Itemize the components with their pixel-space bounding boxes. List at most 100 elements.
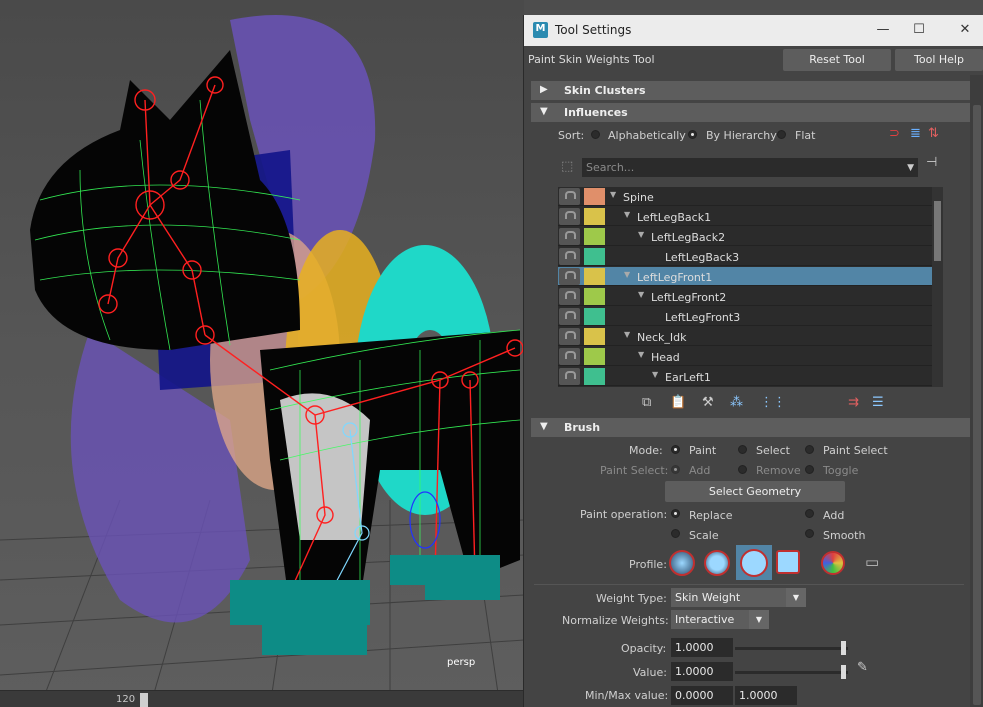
collapse-triangle-icon[interactable]: ▼ [624,210,630,219]
ps-remove-radio[interactable] [738,465,747,474]
tree-row[interactable]: ▼ LeftLegBack2 [558,227,933,246]
lock-icon[interactable] [559,328,580,345]
ps-add-radio[interactable] [671,465,680,474]
timeline-handle[interactable] [140,693,148,707]
tree-scroll-thumb[interactable] [934,201,941,261]
lock-icon[interactable] [559,188,580,205]
select-mode-icon[interactable]: ⬚ [561,159,573,174]
transfer-weights-icon[interactable]: ⋮⋮ [760,395,786,410]
tree-row[interactable]: LeftLegBack3 [558,247,933,266]
lock-icon[interactable] [559,288,580,305]
folder-icon[interactable]: ▭ [865,553,879,571]
paste-weights-icon[interactable]: 📋 [670,395,686,410]
sort-flat-radio[interactable] [777,130,786,139]
profile-square-icon[interactable] [776,550,800,574]
mode-paint-radio[interactable] [671,445,680,454]
minimize-button[interactable]: — [872,20,894,40]
section-influences[interactable]: ▼ Influences [531,103,970,122]
mode-paint-select-radio[interactable] [805,445,814,454]
color-swatch[interactable] [584,368,605,385]
copy-weights-icon[interactable]: ⧉ [642,395,651,410]
color-swatch[interactable] [584,328,605,345]
tree-row-selected[interactable]: ▼ LeftLegFront1 [558,267,933,286]
lock-icon[interactable] [559,248,580,265]
profile-solid-icon[interactable] [740,549,768,577]
profile-gaussian-icon[interactable] [669,550,695,576]
profile-solid-selected[interactable] [736,545,772,580]
min-value-field[interactable]: 0.0000 [671,686,733,705]
op-add-radio[interactable] [805,509,814,518]
tree-row[interactable]: ▼ Head [558,347,933,366]
maximize-button[interactable]: ☐ [908,20,930,40]
lock-icon[interactable] [559,268,580,285]
select-geometry-button[interactable]: Select Geometry [665,481,845,502]
tree-row[interactable]: ▼ Neck_Idk [558,327,933,346]
op-scale-radio[interactable] [671,529,680,538]
prune-icon[interactable]: ⊃ [889,126,900,141]
color-swatch[interactable] [584,288,605,305]
tree-row-spine[interactable]: ▼ Spine [558,187,933,206]
pin-icon[interactable]: ⊣ [926,155,937,170]
list-icon[interactable]: ≣ [910,126,921,141]
profile-soft-icon[interactable] [704,550,730,576]
tree-row[interactable]: ▼ EarLeft1 [558,367,933,386]
op-replace-radio[interactable] [671,509,680,518]
collapse-triangle-icon[interactable]: ▼ [652,370,658,379]
eyedropper-icon[interactable]: ✎ [857,660,868,675]
collapse-triangle-icon[interactable]: ▼ [624,330,630,339]
value-field[interactable]: 1.0000 [671,662,733,681]
reset-tool-button[interactable]: Reset Tool [783,49,891,71]
color-swatch[interactable] [584,348,605,365]
mode-select-radio[interactable] [738,445,747,454]
sort-alpha-radio[interactable] [591,130,600,139]
op-smooth-radio[interactable] [805,529,814,538]
tree-row[interactable]: LeftLegFront3 [558,307,933,326]
profile-image-icon[interactable] [821,551,845,575]
lock-icon[interactable] [559,368,580,385]
opacity-slider[interactable] [735,641,848,655]
sort-hierarchy-radio[interactable] [688,130,697,139]
add-influence-icon[interactable]: ⇉ [848,395,859,410]
search-input[interactable]: Search... ▼ [582,158,918,177]
tree-row[interactable]: ▼ LeftLegFront2 [558,287,933,306]
lock-icon[interactable] [559,208,580,225]
opacity-slider-knob[interactable] [841,641,846,655]
tree-scrollbar[interactable] [932,187,943,387]
tool-help-button[interactable]: Tool Help [895,49,983,71]
opacity-field[interactable]: 1.0000 [671,638,733,657]
collapse-triangle-icon[interactable]: ▼ [610,190,616,199]
weight-type-dropdown[interactable]: Skin Weight ▼ [671,588,806,607]
weight-hammer-icon[interactable]: ⚒ [702,395,714,410]
value-slider[interactable] [735,665,848,679]
max-value-field[interactable]: 1.0000 [735,686,797,705]
normalize-dropdown[interactable]: Interactive ▼ [671,610,769,629]
collapse-triangle-icon[interactable]: ▼ [624,270,630,279]
color-swatch[interactable] [584,228,605,245]
influence-tree[interactable]: ▼ Spine ▼ LeftLegBack1 ▼ LeftLegBack2 Le… [558,187,943,387]
sort-icon[interactable]: ⇅ [928,126,939,141]
lock-icon[interactable] [559,348,580,365]
color-swatch[interactable] [584,248,605,265]
collapse-triangle-icon[interactable]: ▼ [638,230,644,239]
section-brush[interactable]: ▼ Brush [531,418,970,437]
lock-icon[interactable] [559,308,580,325]
3d-viewport[interactable]: persp [0,0,524,707]
mirror-weights-icon[interactable]: ⁂ [730,395,743,410]
timeline[interactable]: 120 [0,690,524,707]
panel-scroll-thumb[interactable] [973,105,981,705]
color-swatch[interactable] [584,208,605,225]
ps-toggle-radio[interactable] [805,465,814,474]
section-skin-clusters[interactable]: ▶ Skin Clusters [531,81,970,100]
color-swatch[interactable] [584,268,605,285]
lock-icon[interactable] [559,228,580,245]
close-button[interactable]: ✕ [954,20,976,40]
tree-row[interactable]: ▼ LeftLegBack1 [558,207,933,226]
collapse-triangle-icon[interactable]: ▼ [638,290,644,299]
value-slider-knob[interactable] [841,665,846,679]
color-swatch[interactable] [584,308,605,325]
search-dropdown-icon[interactable]: ▼ [907,158,914,178]
panel-scrollbar[interactable] [970,75,983,707]
collapse-triangle-icon[interactable]: ▼ [638,350,644,359]
remove-influence-icon[interactable]: ☰ [872,395,884,410]
color-swatch[interactable] [584,188,605,205]
